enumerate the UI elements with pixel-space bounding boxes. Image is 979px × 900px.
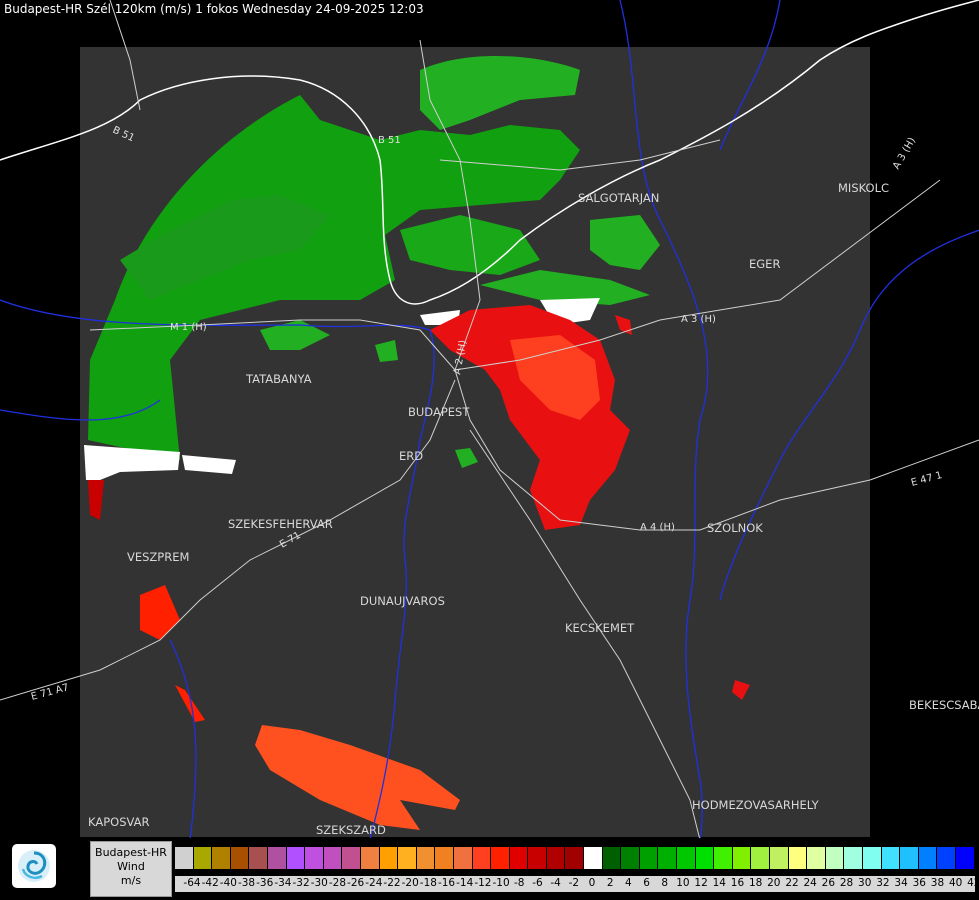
road-label: B 51 bbox=[378, 135, 401, 146]
color-swatch bbox=[862, 847, 882, 869]
road-label: A 3 (H) bbox=[681, 314, 716, 325]
scale-tick-label: 42 bbox=[967, 877, 979, 889]
color-swatch bbox=[621, 847, 640, 869]
color-swatch bbox=[677, 847, 696, 869]
color-swatch bbox=[453, 847, 473, 869]
color-swatch bbox=[175, 847, 194, 869]
color-swatch bbox=[491, 847, 510, 869]
color-swatch bbox=[900, 847, 919, 869]
city-bekescsaba[interactable]: BEKESCSABA bbox=[909, 698, 979, 712]
color-scale-labels: -64 -42 -40 -38 -36 -34 -32 -30 -28 -26 -24 -22 -20-… bbox=[175, 876, 979, 892]
color-swatch bbox=[844, 847, 863, 869]
omsz-logo[interactable] bbox=[12, 844, 56, 888]
color-swatch bbox=[881, 847, 901, 869]
city-eger[interactable]: EGER bbox=[749, 257, 780, 271]
city-miskolc[interactable]: MISKOLC bbox=[838, 181, 889, 195]
color-swatch bbox=[398, 847, 417, 869]
color-swatch bbox=[528, 847, 547, 869]
color-swatch bbox=[639, 847, 659, 869]
color-swatch bbox=[732, 847, 752, 869]
color-swatch bbox=[379, 847, 399, 869]
city-veszprem[interactable]: VESZPREM bbox=[127, 550, 189, 564]
color-swatch bbox=[565, 847, 585, 869]
city-dunaujvaros[interactable]: DUNAUJVAROS bbox=[360, 594, 445, 608]
color-swatch bbox=[825, 847, 845, 869]
color-swatch bbox=[360, 847, 380, 869]
color-swatch bbox=[714, 847, 733, 869]
color-swatch bbox=[435, 847, 454, 869]
color-swatch bbox=[230, 847, 250, 869]
road-label: A 3 (H) bbox=[891, 136, 918, 172]
color-swatch bbox=[305, 847, 324, 869]
road-label: A 4 (H) bbox=[640, 522, 675, 533]
color-swatch bbox=[788, 847, 808, 869]
color-swatch bbox=[286, 847, 306, 869]
color-swatch bbox=[193, 847, 213, 869]
color-swatch bbox=[695, 847, 715, 869]
road-label: E 47 1 bbox=[910, 470, 944, 489]
legend-unit: m/s bbox=[120, 874, 142, 887]
color-swatch bbox=[807, 847, 826, 869]
color-swatch bbox=[937, 847, 956, 869]
color-swatch bbox=[472, 847, 492, 869]
color-swatch bbox=[249, 847, 268, 869]
city-kaposvar[interactable]: KAPOSVAR bbox=[88, 815, 149, 829]
color-swatch bbox=[918, 847, 938, 869]
color-swatch bbox=[546, 847, 566, 869]
city-erd[interactable]: ERD bbox=[399, 449, 423, 463]
color-scale bbox=[175, 847, 975, 869]
color-swatch bbox=[751, 847, 770, 869]
color-swatch bbox=[584, 847, 603, 869]
city-kecskemet[interactable]: KECSKEMET bbox=[565, 621, 635, 635]
road-label: M 1 (H) bbox=[170, 322, 207, 333]
city-hodmezovasarhely[interactable]: HODMEZOVASARHELY bbox=[692, 798, 820, 812]
swirl-logo-icon bbox=[18, 850, 50, 882]
color-swatch bbox=[509, 847, 529, 869]
color-swatch bbox=[267, 847, 287, 869]
city-szolnok[interactable]: SZOLNOK bbox=[707, 521, 763, 535]
color-swatch bbox=[342, 847, 361, 869]
legend-title-box: Budapest-HR Wind m/s bbox=[90, 841, 172, 897]
radar-map[interactable]: SALGOTARJAN MISKOLC EGER TATABANYA BUDAP… bbox=[0, 0, 979, 840]
color-swatch bbox=[658, 847, 678, 869]
city-szekesfehervar[interactable]: SZEKESFEHERVAR bbox=[228, 517, 333, 531]
city-tatabanya[interactable]: TATABANYA bbox=[245, 372, 312, 386]
color-swatch bbox=[323, 847, 343, 869]
color-swatch bbox=[212, 847, 231, 869]
legend-product-name: Wind bbox=[117, 860, 145, 873]
color-swatch bbox=[602, 847, 622, 869]
city-szekszard[interactable]: SZEKSZARD bbox=[316, 823, 386, 837]
legend-radar-name: Budapest-HR bbox=[95, 846, 167, 859]
color-swatch bbox=[770, 847, 789, 869]
color-swatch bbox=[416, 847, 436, 869]
city-salgotarjan[interactable]: SALGOTARJAN bbox=[578, 191, 659, 205]
city-budapest[interactable]: BUDAPEST bbox=[408, 405, 470, 419]
color-swatch bbox=[955, 847, 975, 869]
